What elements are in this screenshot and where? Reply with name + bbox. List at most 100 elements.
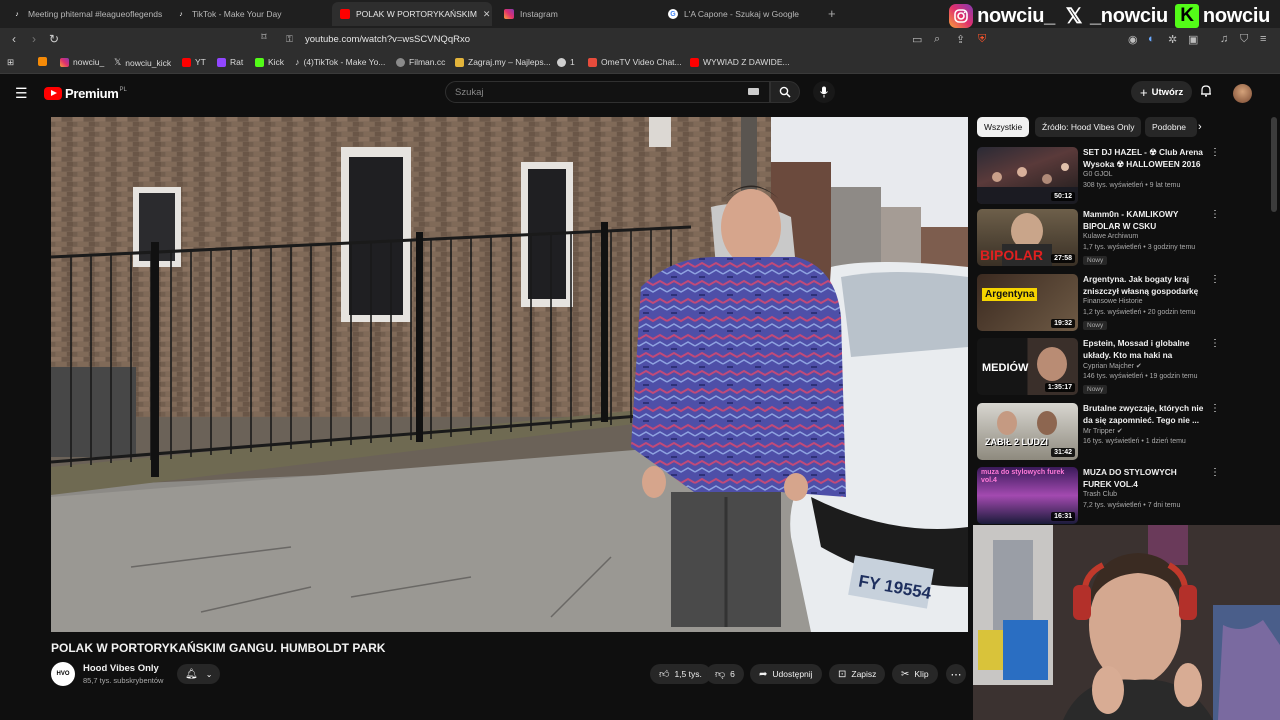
channel-name[interactable]: Hood Vibes Only — [83, 663, 159, 674]
browser-tab[interactable]: Instagram — [496, 2, 656, 26]
page-scrollbar[interactable] — [1271, 117, 1277, 212]
translate-icon[interactable]: ◐ — [1148, 33, 1155, 45]
more-options-icon[interactable]: ⋮ — [1210, 274, 1220, 285]
more-options-icon[interactable]: ⋮ — [1210, 467, 1220, 478]
thumbnail-text: muza do stylowych furek vol.4 — [981, 469, 1065, 484]
video-thumbnail[interactable]: MEDIÓW 1:35:17 — [977, 338, 1078, 395]
recommendation-title[interactable]: Brutalne zwyczaje, których nie da się za… — [1083, 403, 1207, 426]
browser-tab[interactable]: G L'A Capone - Szukaj w Google — [660, 2, 820, 26]
create-button[interactable]: + Utwórz — [1131, 81, 1193, 103]
bookmark-item[interactable] — [38, 57, 47, 66]
forward-icon[interactable]: › — [26, 32, 42, 46]
more-options-icon[interactable]: ⋮ — [1210, 403, 1220, 414]
hamburger-menu-icon[interactable]: ☰ — [15, 85, 28, 102]
vpn-icon[interactable]: ⛉ — [1240, 33, 1248, 46]
bookmark-item[interactable]: Zagraj.my – Najleps... — [455, 57, 551, 67]
notifications-bell-icon[interactable] — [1200, 84, 1212, 100]
browser-tab[interactable]: ♪ Meeting phitemal #leagueoflegends — [4, 2, 164, 26]
youtube-icon — [340, 9, 350, 19]
share-icon[interactable]: ⇪ — [956, 33, 965, 46]
extension-icon[interactable]: ◉ — [1128, 33, 1138, 46]
more-options-icon[interactable]: ⋮ — [1210, 209, 1220, 220]
recommendation-channel[interactable]: G0 GJOL — [1083, 171, 1113, 178]
search-input[interactable] — [455, 87, 735, 98]
chevron-right-icon[interactable]: › — [1198, 121, 1202, 133]
apps-icon[interactable]: ⊞ — [7, 57, 14, 68]
chip-all[interactable]: Wszystkie — [977, 117, 1030, 137]
music-icon[interactable]: ♫ — [1220, 33, 1228, 45]
browser-tab[interactable]: ♪ TikTok - Make Your Day — [168, 2, 328, 26]
recommendation-channel[interactable]: Trash Club — [1083, 491, 1117, 498]
bookmark-item[interactable]: OmeTV Video Chat... — [588, 57, 682, 67]
more-options-icon[interactable]: ⋮ — [1210, 338, 1220, 349]
bookmark-item[interactable]: YT — [182, 57, 206, 67]
dislike-button[interactable]: 👎︎ 6 — [706, 664, 744, 684]
bookmark-item[interactable]: Kick — [255, 57, 284, 67]
video-thumbnail[interactable]: muza do stylowych furek vol.4 16:31 — [977, 467, 1078, 524]
video-player[interactable]: FY 19554 — [51, 117, 968, 632]
reload-icon[interactable]: ↻ — [46, 32, 62, 46]
kick-icon: K — [1174, 4, 1199, 28]
recommendation-item[interactable]: Argentyna 19:32 Argentyna. Jak bogaty kr… — [977, 274, 1222, 332]
clip-button[interactable]: ✂ Klip — [892, 664, 938, 684]
thumbnail-text: ZABIŁ 2 LUDZI — [985, 437, 1048, 447]
url-field[interactable]: youtube.com/watch?v=wsSCVNQqRxo — [305, 34, 470, 45]
back-icon[interactable]: ‹ — [6, 32, 22, 46]
bookmark-item[interactable]: ♪ (4)TikTok - Make Yo... — [295, 57, 385, 67]
account-avatar[interactable] — [1233, 84, 1252, 103]
recommendation-item[interactable]: ZABIŁ 2 LUDZI 31:42 Brutalne zwyczaje, k… — [977, 403, 1222, 461]
menu-icon[interactable]: ≡ — [1260, 33, 1266, 45]
recommendation-title[interactable]: SET DJ HAZEL - ☢ Club Arena Wysoka ☢ HAL… — [1083, 147, 1207, 170]
puzzle-icon[interactable]: ✲ — [1168, 33, 1177, 46]
bookmark-item[interactable]: 𝕏nowciu_kick — [114, 57, 171, 68]
chip-source-channel[interactable]: Źródło: Hood Vibes Only — [1035, 117, 1142, 137]
more-actions-button[interactable]: ⋯ — [946, 664, 966, 684]
brave-shield-icon[interactable]: ⛨ — [978, 33, 986, 46]
bookmark-icon[interactable]: ⌑ — [256, 32, 272, 43]
browser-tab-active[interactable]: POLAK W PORTORYKAŃSKIM ✕ — [332, 2, 492, 26]
recommendation-channel[interactable]: Cyprian Majcher ✔ — [1083, 362, 1142, 370]
close-tab-icon[interactable]: ✕ — [483, 9, 491, 20]
keyboard-icon[interactable] — [748, 88, 759, 95]
youtube-logo[interactable]: Premium PL — [44, 86, 127, 101]
video-thumbnail[interactable]: BIPOLAR 27:58 — [977, 209, 1078, 266]
new-badge: Nowy — [1083, 256, 1108, 265]
search-button[interactable] — [770, 81, 800, 103]
voice-search-button[interactable] — [813, 81, 835, 103]
like-button[interactable]: 👍︎ 1,5 tys. — [650, 664, 711, 684]
video-thumbnail[interactable]: Argentyna 19:32 — [977, 274, 1078, 331]
recommendation-item[interactable]: muza do stylowych furek vol.4 16:31 MUZA… — [977, 467, 1222, 525]
bookmark-item[interactable]: Rat — [217, 57, 243, 67]
recommendation-meta: 1,2 tys. wyświetleń • 20 godzin temu — [1083, 309, 1196, 316]
recommendation-item[interactable]: MEDIÓW 1:35:17 Epstein, Mossad i globaln… — [977, 338, 1222, 396]
save-button[interactable]: ⊡ Zapisz — [829, 664, 886, 684]
recommendation-meta: 146 tys. wyświetleń • 19 godzin temu — [1083, 373, 1198, 380]
recommendation-item[interactable]: 50:12 SET DJ HAZEL - ☢ Club Arena Wysoka… — [977, 147, 1222, 205]
bookmark-item[interactable]: Filman.cc — [396, 57, 445, 67]
recommendation-title[interactable]: MUZA DO STYLOWYCH FUREK VOL.4 — [1083, 467, 1207, 490]
cast-icon[interactable]: ▭ — [912, 33, 922, 46]
share-button[interactable]: ➦ Udostępnij — [750, 664, 822, 684]
recommendation-channel[interactable]: Mr Tripper ✔ — [1083, 427, 1123, 435]
bookmark-item[interactable]: WYWIAD Z DAWIDE... — [690, 57, 790, 67]
bookmark-item[interactable]: 1 — [557, 57, 575, 67]
recommendation-title[interactable]: Argentyna. Jak bogaty kraj zniszczył wła… — [1083, 274, 1207, 297]
site-info-icon[interactable]: ⚿ — [286, 34, 293, 45]
zoom-icon[interactable]: ⌕ — [934, 33, 940, 46]
subscription-bell-button[interactable]: 🔔︎ ⌄ — [177, 664, 221, 684]
more-options-icon[interactable]: ⋮ — [1210, 147, 1220, 158]
recommendation-title[interactable]: Mamm0n - KAMLIKOWY BIPOLAR W CSKU — [1083, 209, 1207, 232]
bookmark-item[interactable]: nowciu_ — [60, 57, 104, 67]
recommendation-item[interactable]: BIPOLAR 27:58 Mamm0n - KAMLIKOWY BIPOLAR… — [977, 209, 1222, 267]
sidebar-icon[interactable]: ▣ — [1188, 33, 1198, 46]
recommendation-channel[interactable]: Finansowe Historie — [1083, 298, 1143, 305]
recommendation-meta: 7,2 tys. wyświetleń • 7 dni temu — [1083, 502, 1181, 509]
thumbnail-text: Argentyna — [982, 288, 1038, 301]
recommendation-title[interactable]: Epstein, Mossad i globalne układy. Kto m… — [1083, 338, 1207, 361]
video-thumbnail[interactable]: ZABIŁ 2 LUDZI 31:42 — [977, 403, 1078, 460]
video-thumbnail[interactable]: 50:12 — [977, 147, 1078, 204]
channel-avatar[interactable]: HVO — [51, 662, 75, 686]
new-tab-button[interactable]: + — [828, 6, 836, 21]
recommendation-channel[interactable]: Kulawe Archiwum — [1083, 233, 1138, 240]
chip-similar[interactable]: Podobne — [1145, 117, 1197, 137]
